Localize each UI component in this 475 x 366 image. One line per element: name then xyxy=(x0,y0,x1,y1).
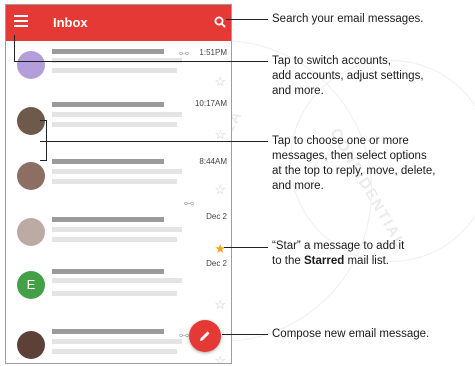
star-icon[interactable]: ☆ xyxy=(214,354,226,363)
email-row[interactable]: ⧟ 1:51PM ☆ xyxy=(6,41,231,91)
email-row[interactable]: 8:44AM ☆ xyxy=(6,141,231,199)
sender-avatar xyxy=(17,162,45,190)
attachment-icon: ⧟ xyxy=(184,198,194,209)
callout-search: Search your email messages. xyxy=(272,13,424,25)
app-bar: Inbox xyxy=(6,5,231,41)
attachment-icon: ⧟ xyxy=(179,330,189,341)
select-callout-line xyxy=(40,141,268,142)
compose-callout-line xyxy=(222,334,268,335)
star-icon[interactable]: ☆ xyxy=(214,75,226,88)
app-title: Inbox xyxy=(53,15,88,30)
email-time: Dec 2 xyxy=(206,212,227,221)
preview-placeholder xyxy=(52,122,177,127)
preview-placeholder xyxy=(52,237,177,242)
menu-icon[interactable] xyxy=(14,15,28,27)
preview-placeholder xyxy=(52,68,177,73)
email-time: 10:17AM xyxy=(194,99,227,108)
menu-callout-line xyxy=(14,61,268,62)
callout-star: “Star” a message to add it to the Starre… xyxy=(272,240,405,267)
email-row[interactable]: E ★ Dec 2 xyxy=(6,242,231,299)
star-icon[interactable]: ★ xyxy=(214,242,226,255)
email-time: Dec 2 xyxy=(206,259,227,268)
star-icon[interactable]: ☆ xyxy=(214,183,226,196)
phone-screen: Inbox ⧟ 1:51PM ☆ 10:17AM ☆ 8:44AM ☆ ⧟ De… xyxy=(5,4,232,364)
sender-placeholder xyxy=(52,159,164,164)
star-callout-line xyxy=(224,247,268,248)
compose-button[interactable] xyxy=(189,320,221,352)
email-row[interactable]: ⧟ Dec 2 xyxy=(6,199,231,249)
preview-placeholder xyxy=(52,179,177,184)
email-time: 1:51PM xyxy=(199,48,227,57)
star-icon[interactable]: ☆ xyxy=(214,128,226,141)
preview-placeholder xyxy=(52,349,177,354)
menu-callout-line xyxy=(14,35,15,62)
search-icon[interactable] xyxy=(214,16,226,28)
sender-avatar xyxy=(17,331,45,359)
preview-placeholder xyxy=(52,291,177,296)
subject-placeholder xyxy=(52,227,182,232)
email-row[interactable]: 10:17AM ☆ xyxy=(6,91,231,141)
email-time: 8:44AM xyxy=(199,157,227,166)
sender-avatar xyxy=(17,218,45,246)
sender-avatar xyxy=(17,107,45,135)
subject-placeholder xyxy=(52,112,182,117)
attachment-icon: ⧟ xyxy=(179,48,189,59)
callout-compose: Compose new email message. xyxy=(272,328,430,340)
subject-placeholder xyxy=(52,169,182,174)
search-callout-line xyxy=(226,19,268,20)
sender-placeholder xyxy=(52,102,164,107)
callout-select: Tap to choose one or more messages, then… xyxy=(272,135,436,192)
email-row[interactable]: ☆ xyxy=(6,285,231,321)
callout-menu: Tap to switch accounts, add accounts, ad… xyxy=(272,55,424,97)
sender-placeholder xyxy=(52,217,164,222)
sender-placeholder xyxy=(52,49,164,54)
subject-placeholder xyxy=(52,278,182,283)
sender-avatar xyxy=(17,51,45,79)
sender-placeholder xyxy=(52,329,164,334)
star-icon[interactable]: ☆ xyxy=(214,298,226,311)
pencil-icon xyxy=(200,331,210,341)
subject-placeholder xyxy=(52,339,182,344)
select-callout-line xyxy=(46,120,47,161)
sender-placeholder xyxy=(52,269,164,274)
